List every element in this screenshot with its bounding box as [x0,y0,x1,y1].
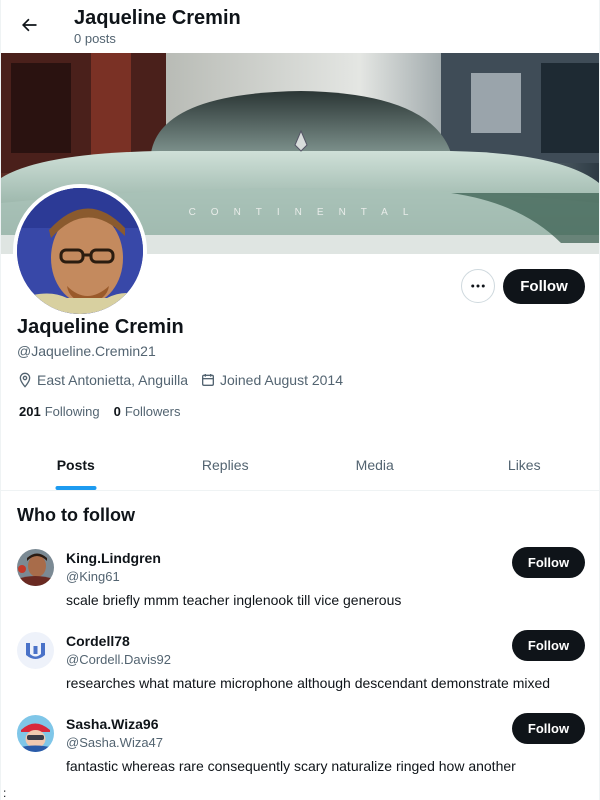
user-handle: @King61 [66,569,120,584]
user-follow-button[interactable]: Follow [512,547,585,578]
profile-handle: @Jaqueline.Cremin21 [17,343,156,359]
tab-label: Media [355,457,394,473]
followers-label: Followers [124,404,181,419]
follow-suggestion[interactable]: Sasha.Wiza96 @Sasha.Wiza47 fantastic whe… [1,713,599,798]
user-avatar-image [17,715,54,752]
user-avatar[interactable] [17,632,54,669]
follow-button[interactable]: Follow [503,269,585,304]
location-item: East Antonietta, Anguilla [17,372,188,388]
joined-item: Joined August 2014 [200,372,343,388]
following-link[interactable]: 201 Following [19,404,100,419]
active-tab-indicator [55,486,97,490]
user-name[interactable]: Sasha.Wiza96 [66,715,158,733]
user-bio: fantastic whereas rare consequently scar… [66,758,516,774]
profile-meta: East Antonietta, Anguilla Joined August … [17,370,355,390]
tab-label: Replies [201,457,249,473]
more-horizontal-icon [471,284,485,288]
profile-display-name: Jaqueline Cremin [17,316,184,338]
user-name[interactable]: King.Lindgren [66,549,161,567]
location-text: East Antonietta, Anguilla [37,372,188,388]
profile-avatar[interactable] [13,184,147,318]
user-bio: scale briefly mmm teacher inglenook till… [66,592,402,608]
arrow-left-icon [22,18,37,32]
header-post-count: 0 posts [74,31,116,46]
back-button[interactable] [13,9,45,41]
user-avatar[interactable] [17,715,54,752]
follow-suggestion[interactable]: Cordell78 @Cordell.Davis92 researches wh… [1,630,599,715]
location-pin-icon [19,372,31,388]
tab-likes[interactable]: Likes [450,440,600,490]
user-handle: @Cordell.Davis92 [66,652,171,667]
user-avatar-image [17,549,54,586]
tab-posts[interactable]: Posts [1,440,151,490]
avatar-image [17,188,143,314]
joined-text: Joined August 2014 [220,372,343,388]
follow-suggestion[interactable]: King.Lindgren @King61 scale briefly mmm … [1,547,599,632]
tab-label: Posts [56,457,95,473]
who-to-follow-title: Who to follow [17,505,135,525]
calendar-icon [202,374,214,386]
following-count: 201 [19,404,41,419]
user-name[interactable]: Cordell78 [66,632,130,650]
user-follow-button[interactable]: Follow [512,713,585,744]
profile-page: Jaqueline Cremin 0 posts CONTINENTAL Fol… [0,0,600,800]
user-follow-button[interactable]: Follow [512,630,585,661]
followers-link[interactable]: 0 Followers [114,404,181,419]
profile-tabs: Posts Replies Media Likes [1,440,599,491]
tab-label: Likes [507,457,541,473]
header-title: Jaqueline Cremin [74,7,241,29]
tab-replies[interactable]: Replies [151,440,301,490]
followers-count: 0 [113,404,121,419]
stray-text: : [3,786,7,800]
following-label: Following [44,404,100,419]
tab-media[interactable]: Media [300,440,450,490]
top-bar: Jaqueline Cremin 0 posts [1,0,599,53]
banner-emblem-text: CONTINENTAL [189,207,424,218]
user-avatar-image [17,632,54,669]
user-avatar[interactable] [17,549,54,586]
user-bio: researches what mature microphone althou… [66,675,551,691]
follow-stats: 201 Following 0 Followers [19,404,194,419]
more-options-button[interactable] [461,269,495,303]
user-handle: @Sasha.Wiza47 [66,735,164,750]
